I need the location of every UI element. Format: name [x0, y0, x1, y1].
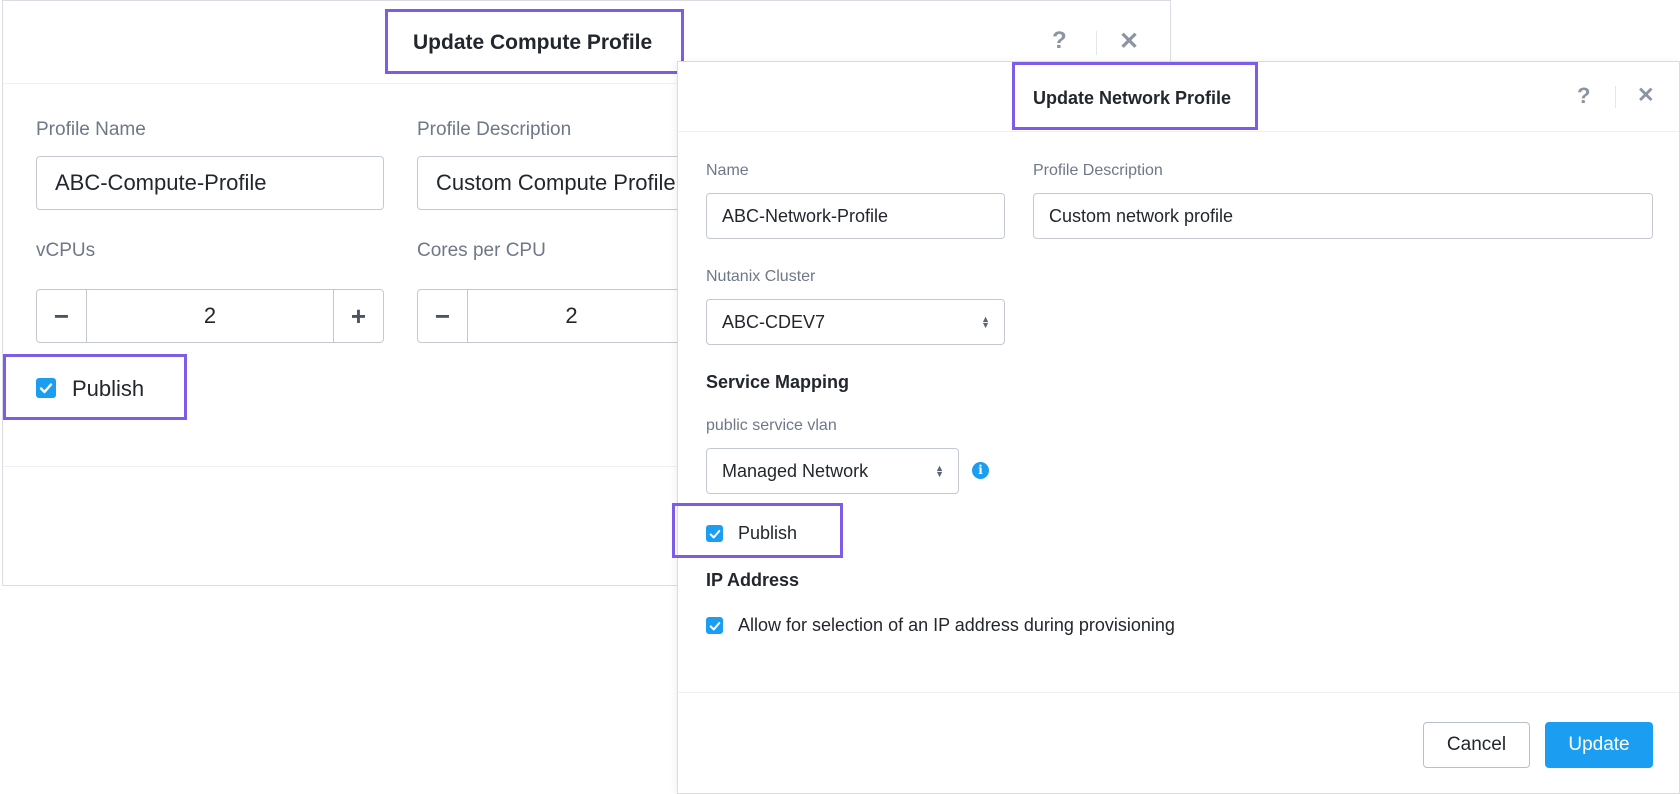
service-mapping-heading: Service Mapping [706, 372, 850, 392]
update-button[interactable]: Update [1545, 722, 1653, 768]
vcpus-value[interactable]: 2 [86, 290, 334, 342]
ip-address-heading: IP Address [706, 570, 800, 590]
vcpus-decrement-button[interactable]: − [37, 290, 86, 342]
title-highlight-box [385, 9, 684, 74]
public-service-vlan-label: public service vlan [706, 417, 837, 434]
select-arrows-icon: ▲ ▼ [935, 463, 944, 479]
allow-ip-selection-label[interactable]: Allow for selection of an IP address dur… [738, 615, 1175, 636]
profile-description-input[interactable]: Custom network profile [1033, 193, 1653, 239]
cores-decrement-button[interactable]: − [418, 290, 467, 342]
close-icon[interactable]: ✕ [1119, 30, 1139, 54]
publish-highlight-box [3, 354, 187, 420]
help-icon[interactable]: ? [1577, 85, 1590, 107]
network-footer-divider [678, 692, 1679, 693]
info-icon[interactable]: i [972, 462, 989, 479]
select-arrows-icon: ▲ ▼ [981, 314, 990, 330]
public-service-vlan-value: Managed Network [722, 461, 869, 481]
check-icon [709, 621, 720, 630]
name-label: Name [706, 162, 749, 179]
header-divider [1615, 86, 1616, 108]
name-input[interactable]: ABC-Network-Profile [706, 193, 1005, 239]
cores-per-cpu-label: Cores per CPU [417, 240, 546, 261]
publish-highlight-box [672, 503, 843, 558]
profile-name-input[interactable]: ABC-Compute-Profile [36, 156, 384, 210]
close-icon[interactable]: ✕ [1637, 85, 1655, 106]
vcpus-increment-button[interactable]: + [334, 290, 383, 342]
nutanix-cluster-label: Nutanix Cluster [706, 268, 816, 285]
vcpus-label: vCPUs [36, 240, 96, 261]
allow-ip-selection-checkbox[interactable] [706, 617, 723, 634]
profile-description-label: Profile Description [1033, 162, 1163, 179]
nutanix-cluster-value: ABC-CDEV7 [722, 312, 826, 332]
public-service-vlan-select[interactable]: Managed Network ▲ ▼ [706, 448, 959, 494]
network-profile-dialog: Update Network Profile ? ✕ Name ABC-Netw… [677, 61, 1680, 794]
nutanix-cluster-select[interactable]: ABC-CDEV7 ▲ ▼ [706, 299, 1005, 345]
vcpus-stepper: − 2 + [36, 289, 384, 343]
header-divider [1096, 31, 1097, 55]
profile-name-label: Profile Name [36, 119, 146, 140]
help-icon[interactable]: ? [1052, 29, 1067, 53]
profile-description-label: Profile Description [417, 119, 572, 140]
cancel-button[interactable]: Cancel [1423, 722, 1530, 768]
title-highlight-box [1012, 62, 1258, 130]
